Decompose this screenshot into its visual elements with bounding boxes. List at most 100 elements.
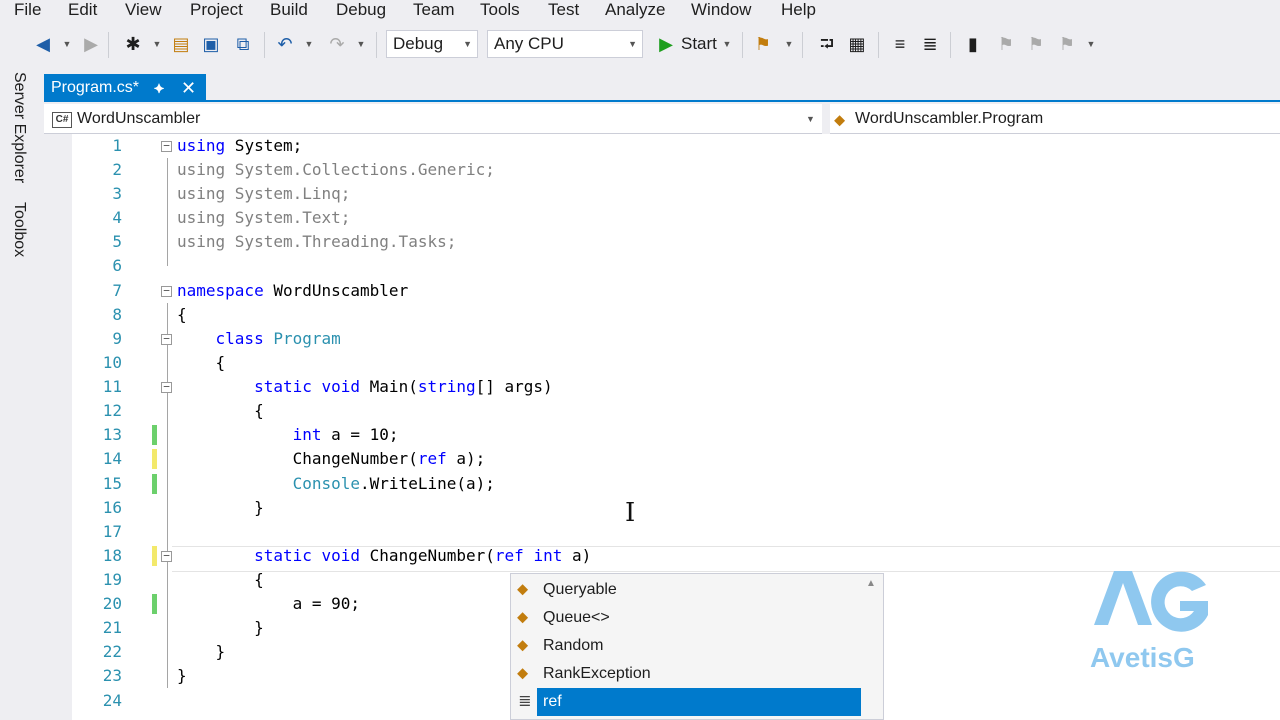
chevron-down-icon[interactable]: ▼ bbox=[152, 34, 162, 54]
saved-change-marker bbox=[152, 425, 157, 445]
chevron-down-icon: ▼ bbox=[628, 39, 637, 49]
menu-build[interactable]: Build bbox=[270, 0, 308, 22]
menu-bar: File Edit View Project Build Debug Team … bbox=[0, 0, 1280, 22]
code-token: int bbox=[292, 425, 322, 444]
new-project-icon[interactable]: ✱ bbox=[122, 32, 144, 56]
menu-test[interactable]: Test bbox=[548, 0, 579, 22]
start-icon[interactable]: ▶ bbox=[655, 32, 677, 56]
save-icon[interactable]: ▣ bbox=[200, 32, 222, 56]
code-token: Main( bbox=[360, 377, 418, 396]
collapse-icon[interactable]: − bbox=[161, 285, 172, 297]
previous-bookmark-icon[interactable]: ⚑ bbox=[995, 32, 1017, 56]
logo-g-shape bbox=[1151, 571, 1208, 632]
next-bookmark-icon[interactable]: ⚑ bbox=[1025, 32, 1047, 56]
menu-analyze[interactable]: Analyze bbox=[605, 0, 665, 22]
solution-configuration-value: Debug bbox=[393, 34, 444, 53]
pin-icon[interactable]: ⯌ bbox=[154, 74, 165, 102]
step-into-icon[interactable]: ⮒ bbox=[816, 32, 838, 56]
completion-item[interactable]: ⬥ RankException bbox=[513, 660, 861, 688]
solution-platform-value: Any CPU bbox=[494, 34, 564, 53]
bookmark-window-icon[interactable]: ▦ bbox=[846, 32, 868, 56]
start-button[interactable]: Start bbox=[681, 32, 721, 56]
solution-configuration-select[interactable]: Debug ▼ bbox=[386, 30, 478, 58]
line-number: 3 bbox=[112, 184, 122, 203]
scroll-up-icon[interactable]: ▲ bbox=[866, 578, 876, 589]
toolbox-tab[interactable]: Toolbox bbox=[10, 202, 28, 257]
menu-team[interactable]: Team bbox=[413, 0, 455, 22]
line-number: 15 bbox=[102, 474, 122, 493]
collapse-icon[interactable]: − bbox=[161, 381, 172, 393]
completion-item[interactable]: ⬥ Queryable bbox=[513, 576, 861, 604]
uncomment-icon[interactable]: ≣ bbox=[919, 32, 941, 56]
code-token: ref bbox=[417, 449, 447, 468]
chevron-down-icon[interactable]: ▼ bbox=[62, 34, 72, 54]
code-line: 5 using System.Threading.Tasks; bbox=[72, 230, 1280, 254]
code-token: int bbox=[533, 546, 563, 565]
line-number: 21 bbox=[102, 618, 122, 637]
toolbar-separator bbox=[742, 32, 743, 58]
project-dropdown[interactable]: C# WordUnscambler ▼ bbox=[44, 106, 820, 132]
line-number: 8 bbox=[112, 305, 122, 324]
type-dropdown[interactable]: ⬥ WordUnscambler.Program bbox=[830, 106, 1280, 132]
csharp-project-icon: C# bbox=[52, 112, 72, 128]
solution-platform-select[interactable]: Any CPU ▼ bbox=[487, 30, 643, 58]
collapse-icon[interactable]: − bbox=[161, 550, 172, 562]
code-text: { bbox=[254, 570, 264, 589]
open-folder-icon[interactable]: ▤ bbox=[170, 32, 192, 56]
line-number: 14 bbox=[102, 449, 122, 468]
redo-icon[interactable]: ↷ bbox=[326, 32, 348, 56]
saved-change-marker bbox=[152, 594, 157, 614]
code-text: { bbox=[254, 401, 264, 420]
menu-project[interactable]: Project bbox=[190, 0, 243, 22]
comment-out-icon[interactable]: ≡ bbox=[889, 32, 911, 56]
code-line: 1 − using System; bbox=[72, 134, 1280, 158]
code-token: void bbox=[321, 546, 361, 565]
menu-help[interactable]: Help bbox=[781, 0, 816, 22]
text-cursor-icon: I bbox=[625, 498, 636, 528]
completion-label: RankException bbox=[543, 665, 651, 682]
line-number: 4 bbox=[112, 208, 122, 227]
collapse-icon[interactable]: − bbox=[161, 140, 172, 152]
completion-item[interactable]: ⬥ Random bbox=[513, 632, 861, 660]
navigate-back-icon[interactable]: ◀ bbox=[32, 32, 54, 56]
intellisense-popup[interactable]: ▲ ⬥ Queryable ⬥ Queue<> ⬥ Random ⬥ RankExcep… bbox=[510, 573, 884, 720]
unsaved-change-marker bbox=[152, 546, 157, 566]
menu-window[interactable]: Window bbox=[691, 0, 751, 22]
line-number: 20 bbox=[102, 594, 122, 613]
menu-tools[interactable]: Tools bbox=[480, 0, 520, 22]
menu-view[interactable]: View bbox=[125, 0, 162, 22]
undo-icon[interactable]: ↶ bbox=[274, 32, 296, 56]
document-tab-strip: Program.cs* ⯌ ✕ bbox=[44, 72, 1280, 102]
line-number: 2 bbox=[112, 160, 122, 179]
chevron-down-icon[interactable]: ▼ bbox=[784, 34, 794, 54]
menu-debug[interactable]: Debug bbox=[336, 0, 386, 22]
chevron-down-icon[interactable]: ▼ bbox=[722, 34, 732, 54]
close-icon[interactable]: ✕ bbox=[181, 74, 196, 102]
line-number: 7 bbox=[112, 281, 122, 300]
completion-item[interactable]: ⬥ Queue<> bbox=[513, 604, 861, 632]
code-text: a = 90; bbox=[292, 594, 361, 613]
class-icon: ⬥ bbox=[517, 637, 529, 654]
line-number: 12 bbox=[102, 401, 122, 420]
collapse-icon[interactable]: − bbox=[161, 333, 172, 345]
chevron-down-icon: ▼ bbox=[806, 114, 815, 124]
code-token: ChangeNumber( bbox=[360, 546, 495, 565]
menu-edit[interactable]: Edit bbox=[68, 0, 97, 22]
clear-bookmarks-icon[interactable]: ⚑ bbox=[1056, 32, 1078, 56]
bookmark-icon[interactable]: ▮ bbox=[962, 32, 984, 56]
browser-link-icon[interactable]: ⚑ bbox=[752, 32, 774, 56]
server-explorer-tab[interactable]: Server Explorer bbox=[10, 72, 28, 183]
completion-item-selected[interactable]: ≣ ref bbox=[513, 688, 861, 716]
tab-program-cs[interactable]: Program.cs* ⯌ ✕ bbox=[44, 74, 206, 102]
line-number: 18 bbox=[102, 546, 122, 565]
class-icon: ⬥ bbox=[517, 665, 529, 682]
code-token: ChangeNumber( bbox=[292, 449, 418, 468]
code-line: 7 − namespace WordUnscambler bbox=[72, 279, 1280, 303]
toolbar-overflow-icon[interactable]: ▼ bbox=[1086, 34, 1096, 54]
menu-file[interactable]: File bbox=[14, 0, 41, 22]
navigate-forward-icon[interactable]: ▶ bbox=[80, 32, 102, 56]
code-line: 11 − static void Main(string[] args) bbox=[72, 375, 1280, 399]
save-all-icon[interactable]: ⧉ bbox=[232, 32, 254, 56]
chevron-down-icon[interactable]: ▼ bbox=[304, 34, 314, 54]
chevron-down-icon[interactable]: ▼ bbox=[356, 34, 366, 54]
